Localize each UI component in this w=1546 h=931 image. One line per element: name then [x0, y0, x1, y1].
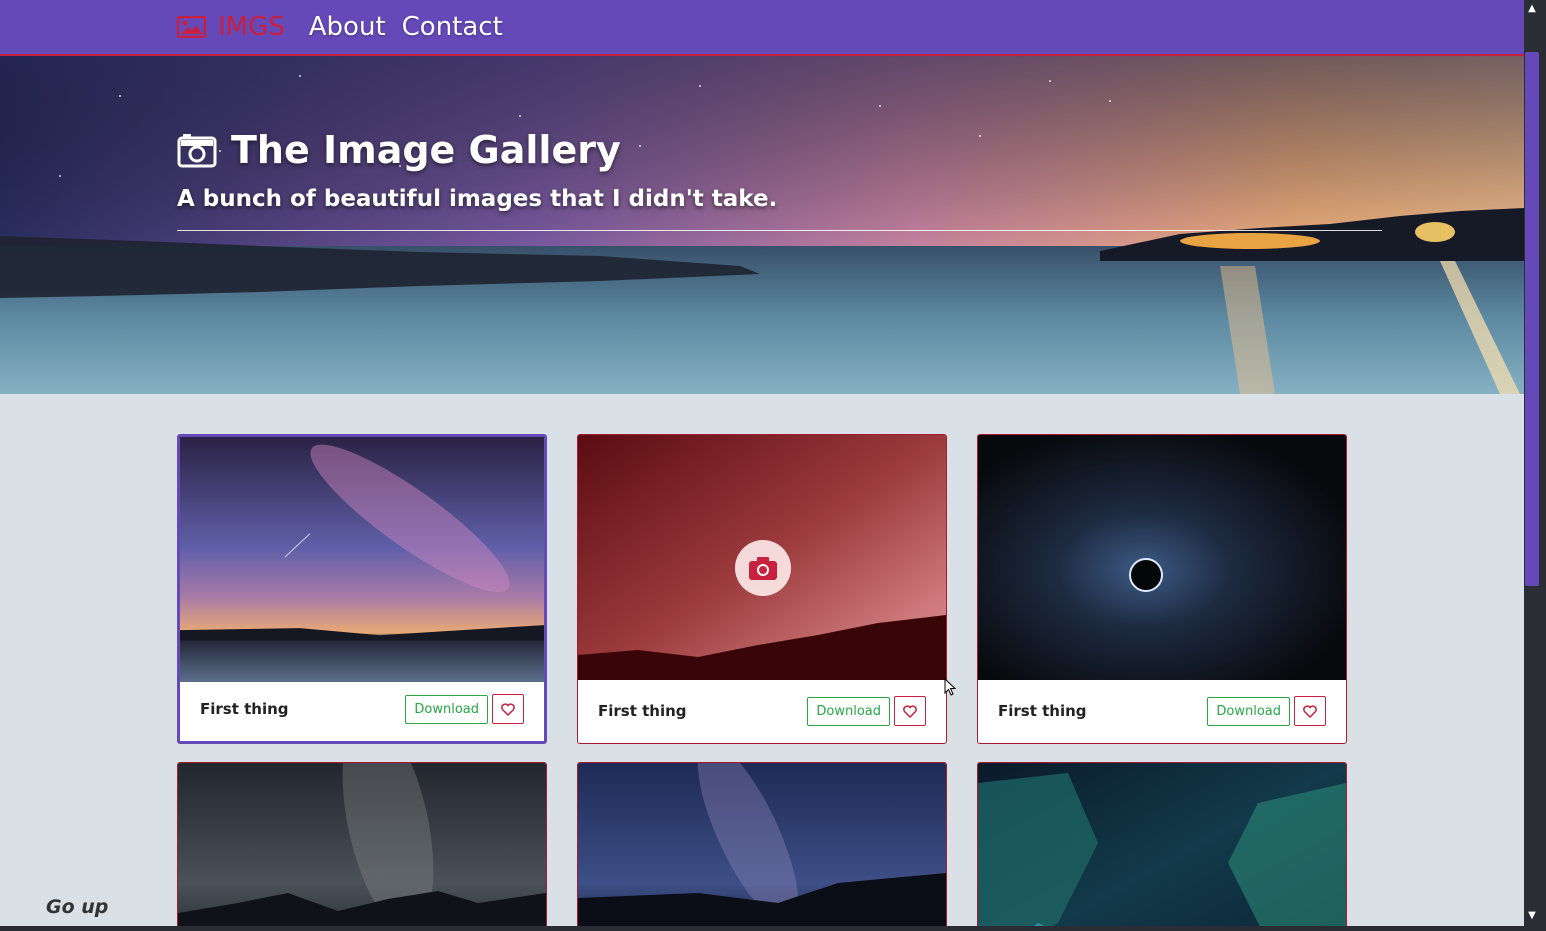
camera-icon — [749, 557, 777, 580]
card-footer: First thing Download — [978, 679, 1346, 743]
nav-link-contact[interactable]: Contact — [402, 12, 503, 42]
card-title: First thing — [598, 702, 687, 720]
mouse-cursor-icon — [944, 678, 957, 696]
like-button[interactable] — [492, 694, 524, 724]
go-up-link[interactable]: Go up — [46, 896, 108, 918]
hero-divider — [177, 230, 1382, 231]
card-image[interactable] — [978, 763, 1346, 931]
image-icon — [177, 16, 206, 38]
heart-icon — [1303, 704, 1317, 718]
scroll-down-arrow[interactable]: ▼ — [1525, 910, 1539, 924]
download-button[interactable]: Download — [1207, 696, 1290, 726]
download-button[interactable]: Download — [405, 694, 488, 724]
heart-icon — [501, 702, 515, 716]
hero-title-text: The Image Gallery — [231, 128, 621, 172]
card-image[interactable] — [180, 437, 544, 682]
card-image[interactable] — [978, 435, 1346, 680]
hero-content: The Image Gallery A bunch of beautiful i… — [177, 128, 1382, 231]
hero-title: The Image Gallery — [177, 128, 1382, 172]
card-footer: First thing Download — [180, 677, 544, 741]
gallery-card[interactable] — [977, 762, 1347, 931]
window-bottom-edge — [0, 926, 1546, 931]
card-title: First thing — [998, 702, 1087, 720]
hero-subtitle: A bunch of beautiful images that I didn'… — [177, 186, 778, 212]
like-button[interactable] — [894, 696, 926, 726]
camera-overlay[interactable] — [735, 540, 791, 596]
scrollbar[interactable]: ▲ ▼ — [1524, 0, 1546, 931]
card-title: First thing — [200, 700, 289, 718]
gallery-card[interactable] — [577, 762, 947, 931]
brand-label: IMGS — [218, 12, 285, 42]
gallery-card[interactable]: First thing Download — [577, 434, 947, 744]
gallery-card[interactable]: First thing Download — [177, 434, 547, 744]
hero-banner: The Image Gallery A bunch of beautiful i… — [0, 56, 1524, 394]
card-image[interactable] — [578, 763, 946, 931]
scroll-thumb[interactable] — [1525, 52, 1539, 586]
scroll-up-arrow[interactable]: ▲ — [1525, 3, 1539, 17]
like-button[interactable] — [1294, 696, 1326, 726]
brand[interactable]: IMGS — [177, 12, 285, 42]
heart-icon — [903, 704, 917, 718]
card-footer: First thing Download — [578, 679, 946, 743]
gallery-card[interactable] — [177, 762, 547, 931]
camera-icon — [177, 134, 217, 168]
gallery-card[interactable]: First thing Download — [977, 434, 1347, 744]
download-button[interactable]: Download — [807, 696, 890, 726]
navbar: IMGS About Contact — [0, 0, 1524, 56]
card-image[interactable] — [178, 763, 546, 931]
nav-link-about[interactable]: About — [309, 12, 386, 42]
